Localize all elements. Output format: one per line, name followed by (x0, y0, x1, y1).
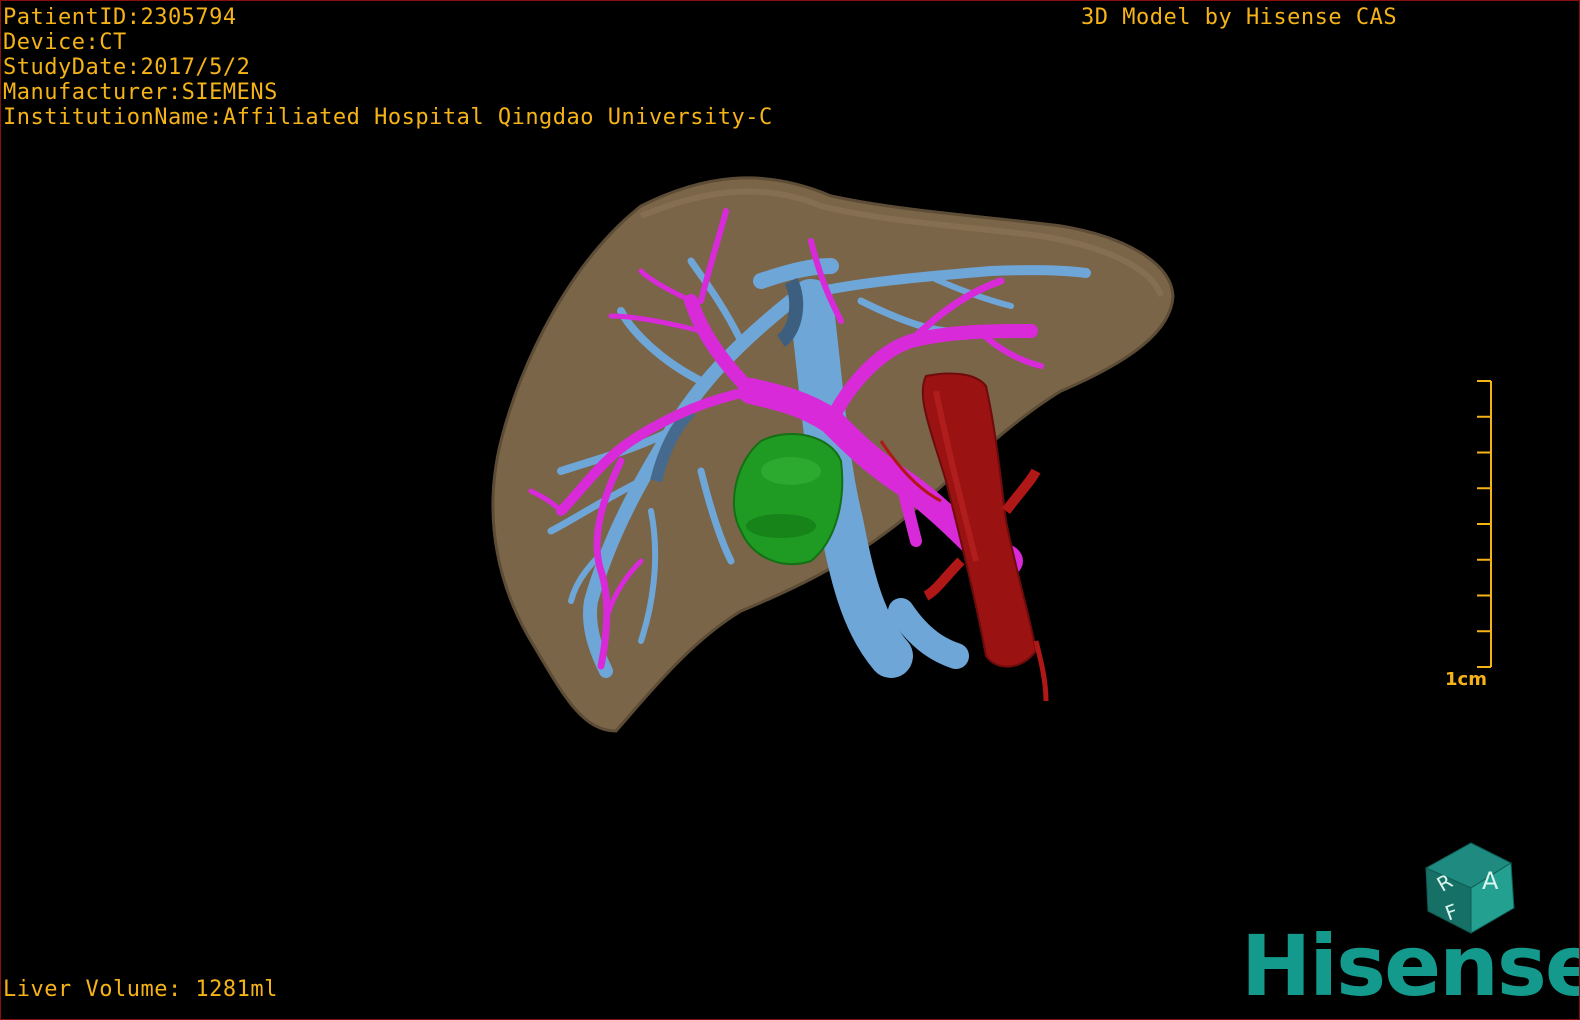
institution-label: InstitutionName:Affiliated Hospital Qing… (3, 105, 773, 130)
3d-viewport[interactable]: PatientID:2305794 Device:CT StudyDate:20… (0, 0, 1580, 1020)
device-label: Device:CT (3, 30, 127, 55)
liver-3d-model[interactable] (1, 1, 1579, 1019)
patient-id-label: PatientID:2305794 (3, 5, 237, 30)
hisense-logo: Hisense (1241, 917, 1580, 1015)
model-credit-label: 3D Model by Hisense CAS (1081, 5, 1398, 30)
tumor-lesion[interactable] (733, 433, 844, 566)
study-date-label: StudyDate:2017/5/2 (3, 55, 251, 80)
scale-bar (1477, 380, 1492, 668)
manufacturer-label: Manufacturer:SIEMENS (3, 80, 278, 105)
liver-volume-label: Liver Volume: 1281ml (3, 977, 278, 1002)
scale-label: 1cm (1445, 669, 1487, 690)
orient-label-a: A (1482, 867, 1499, 895)
